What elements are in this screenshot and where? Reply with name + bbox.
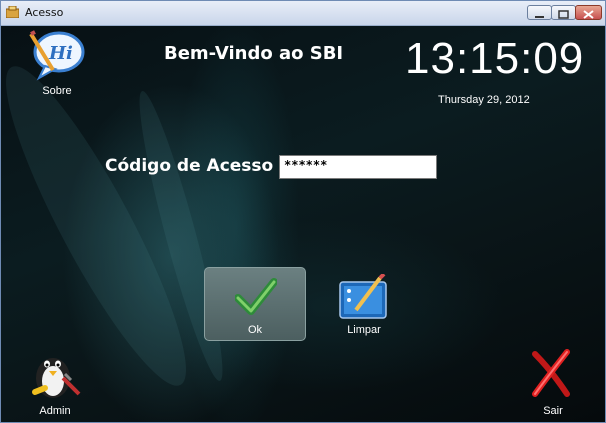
ok-button[interactable]: Ok — [204, 267, 306, 341]
title-bar: Acesso — [1, 1, 605, 26]
sair-label: Sair — [543, 405, 563, 417]
admin-label: Admin — [39, 405, 71, 417]
minimize-icon — [535, 16, 544, 18]
minimize-button[interactable] — [527, 5, 552, 20]
window-title: Acesso — [25, 6, 64, 19]
access-code-label: Código de Acesso — [105, 156, 274, 176]
access-code-input[interactable]: ****** — [279, 155, 437, 179]
clock: 13:15:09 — [405, 34, 585, 83]
window: Acesso Hi Sobre Bem-Vindo ao SBI 13:15:0… — [0, 0, 606, 423]
clipboard-pen-icon — [339, 272, 387, 319]
date-display: Thursday 29, 2012 — [438, 94, 530, 106]
limpar-button[interactable]: Limpar — [334, 272, 394, 340]
welcome-title: Bem-Vindo ao SBI — [164, 43, 344, 64]
sair-button[interactable]: Sair — [523, 348, 583, 418]
checkmark-icon — [235, 278, 277, 315]
svg-text:Hi: Hi — [48, 43, 73, 64]
penguin-tool-icon — [32, 358, 81, 398]
ok-label: Ok — [247, 324, 263, 336]
close-icon — [583, 10, 594, 19]
sobre-label: Sobre — [42, 85, 72, 97]
limpar-label: Limpar — [347, 324, 381, 336]
maximize-button[interactable] — [551, 5, 576, 20]
close-button[interactable] — [575, 5, 602, 20]
maximize-icon — [558, 10, 569, 19]
sobre-button[interactable]: Hi Sobre — [27, 30, 87, 98]
main-panel: Hi Sobre Bem-Vindo ao SBI 13:15:09 Thurs… — [1, 26, 605, 422]
app-icon — [6, 6, 19, 18]
red-x-icon — [532, 349, 570, 397]
hi-bubble-icon: Hi — [29, 30, 85, 81]
admin-button[interactable]: Admin — [25, 348, 85, 418]
